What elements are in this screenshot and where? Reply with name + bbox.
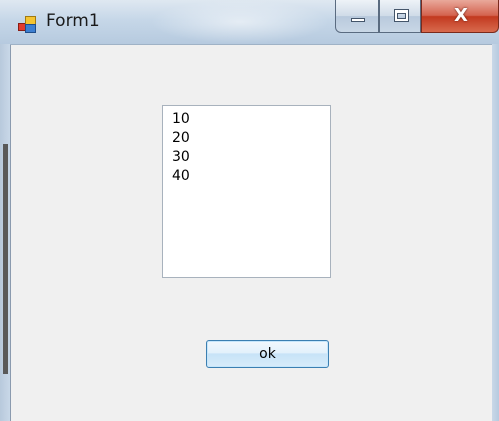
window-frame-shadow <box>3 144 8 374</box>
title-bar-glass <box>150 0 330 44</box>
window-frame-right <box>492 44 499 421</box>
maximize-icon <box>394 9 409 22</box>
minimize-icon <box>351 18 365 22</box>
listbox[interactable]: 10 20 30 40 <box>162 105 331 278</box>
window-title: Form1 <box>46 11 100 31</box>
list-item[interactable]: 40 <box>172 167 330 186</box>
ok-button[interactable]: ok <box>206 340 329 368</box>
close-icon: X <box>454 5 468 26</box>
list-item[interactable]: 20 <box>172 129 330 148</box>
minimize-button[interactable] <box>335 0 379 33</box>
form-window: Form1 X 10 20 30 40 ok <box>0 0 499 421</box>
close-button[interactable]: X <box>421 0 499 33</box>
title-bar[interactable]: Form1 X <box>0 0 499 45</box>
form-client-area: 10 20 30 40 ok <box>10 45 492 421</box>
caption-buttons: X <box>331 0 499 34</box>
list-item[interactable]: 30 <box>172 148 330 167</box>
maximize-button[interactable] <box>379 0 421 33</box>
window-frame-left <box>0 44 10 421</box>
list-item[interactable]: 10 <box>172 110 330 129</box>
windows-form-icon[interactable] <box>18 15 36 33</box>
